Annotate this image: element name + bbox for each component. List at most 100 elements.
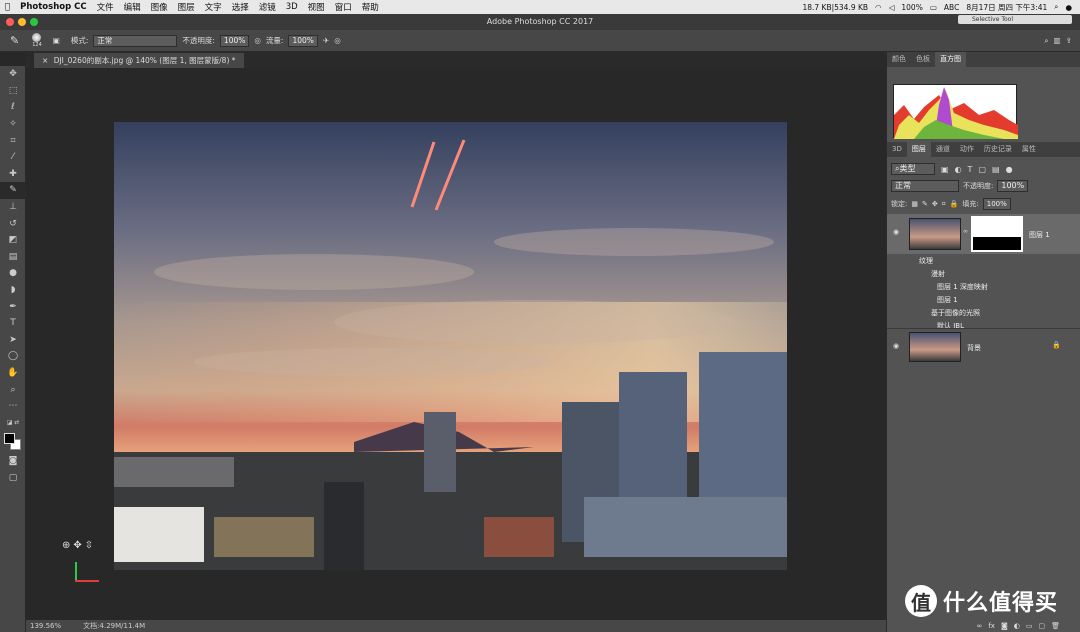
effect-row[interactable]: 图层 1 深度映射 xyxy=(887,280,1080,293)
menu-view[interactable]: 视图 xyxy=(303,1,330,13)
filter-adjust-icon[interactable]: ◐ xyxy=(955,165,962,174)
default-colors-icon[interactable]: ◪ ⇄ xyxy=(0,414,26,431)
tab-histogram[interactable]: 直方图 xyxy=(935,52,966,67)
visibility-eye-icon[interactable]: ◉ xyxy=(893,342,899,350)
pen-tool-icon[interactable]: ✒ xyxy=(0,298,26,315)
axis-widget[interactable] xyxy=(75,558,103,582)
marquee-tool-icon[interactable]: ⬚ xyxy=(0,83,26,100)
flow-field[interactable]: 100% xyxy=(288,34,318,47)
share-icon[interactable]: ⇪ xyxy=(1066,36,1072,45)
filter-type-icon[interactable]: T xyxy=(968,165,973,174)
opacity-field[interactable]: 100% xyxy=(219,34,250,47)
zoom-level[interactable]: 139.56% xyxy=(30,620,61,632)
more-tools-icon[interactable]: ⋯ xyxy=(0,398,26,415)
battery-icon[interactable]: ▭ xyxy=(930,3,937,12)
filter-smart-icon[interactable]: ▤ xyxy=(992,165,1000,174)
blur-tool-icon[interactable]: ● xyxy=(0,265,26,282)
tab-swatches[interactable]: 色板 xyxy=(911,52,935,67)
clock[interactable]: 8月17日 周四 下午3:41 xyxy=(966,2,1047,13)
crop-tool-icon[interactable]: ⌗ xyxy=(0,132,26,149)
shape-tool-icon[interactable]: ◯ xyxy=(0,348,26,365)
orbit-icon[interactable]: ⊕ xyxy=(62,540,70,551)
menu-window[interactable]: 窗口 xyxy=(330,1,357,13)
add-mask-icon[interactable]: ◙ xyxy=(1001,622,1008,630)
wifi-icon[interactable]: ◠ xyxy=(875,3,882,12)
effect-row[interactable]: 漫射 xyxy=(887,267,1080,280)
menu-layer[interactable]: 图层 xyxy=(173,1,200,13)
menu-help[interactable]: 帮助 xyxy=(357,1,384,13)
tab-color[interactable]: 颜色 xyxy=(887,52,911,67)
tab-actions[interactable]: 动作 xyxy=(955,142,979,157)
brush-tool-icon[interactable]: ✎ xyxy=(10,34,19,47)
zoom-window-icon[interactable] xyxy=(30,18,38,26)
effect-row[interactable]: 图层 1 xyxy=(887,293,1080,306)
fill-field[interactable]: 100% xyxy=(982,198,1011,210)
brush-settings-icon[interactable]: ▣ xyxy=(53,36,60,45)
selective-tool-popup[interactable]: Selective Tool xyxy=(958,15,1072,24)
tab-layers[interactable]: 图层 xyxy=(906,142,931,157)
lasso-tool-icon[interactable]: ℓ xyxy=(0,99,26,116)
link-layers-icon[interactable]: ∞ xyxy=(977,622,983,630)
pressure-size-icon[interactable]: ◎ xyxy=(334,36,341,45)
document-image[interactable] xyxy=(114,122,787,570)
pressure-opacity-icon[interactable]: ◎ xyxy=(254,36,261,45)
foreground-color-swatch[interactable] xyxy=(4,433,15,445)
gradient-tool-icon[interactable]: ▤ xyxy=(0,249,26,266)
input-method[interactable]: ABC xyxy=(944,3,959,12)
layer1-name[interactable]: 图层 1 xyxy=(1029,230,1050,240)
history-brush-tool-icon[interactable]: ↺ xyxy=(0,215,26,232)
dolly-icon[interactable]: ⇳ xyxy=(85,540,93,551)
fx-icon[interactable]: fx xyxy=(988,622,995,630)
search-panel-icon[interactable]: ⌕ xyxy=(1044,36,1048,46)
blend-mode-select[interactable]: 正常 xyxy=(891,180,959,192)
adjustment-layer-icon[interactable]: ◐ xyxy=(1014,622,1020,630)
volume-icon[interactable]: ◁ xyxy=(889,3,895,12)
lock-artboard-icon[interactable]: ⌗ xyxy=(942,200,946,209)
menu-3d[interactable]: 3D xyxy=(281,2,303,12)
eraser-tool-icon[interactable]: ◩ xyxy=(0,232,26,249)
search-icon[interactable]: ⌕ xyxy=(1054,2,1058,12)
lock-transparency-icon[interactable]: ▦ xyxy=(911,200,918,208)
lock-position-icon[interactable]: ✥ xyxy=(932,200,938,208)
clone-stamp-tool-icon[interactable]: ⊥ xyxy=(0,199,26,216)
menu-type[interactable]: 文字 xyxy=(200,1,227,13)
dodge-tool-icon[interactable]: ◗ xyxy=(0,282,26,299)
layer1-mask-thumbnail[interactable] xyxy=(971,216,1023,252)
background-name[interactable]: 背景 xyxy=(967,343,981,353)
close-window-icon[interactable] xyxy=(6,18,14,26)
healing-brush-tool-icon[interactable]: ✚ xyxy=(0,166,26,183)
filter-pixel-icon[interactable]: ▣ xyxy=(941,165,949,174)
brush-preset-picker[interactable]: 124 xyxy=(32,33,42,48)
chain-link-icon[interactable]: ∞ xyxy=(963,228,968,235)
lock-all-icon[interactable]: 🔒 xyxy=(950,200,959,208)
document-size[interactable]: 文档:4.29M/11.4M xyxy=(83,620,145,632)
filter-toggle-icon[interactable]: ● xyxy=(1006,165,1013,174)
effect-row[interactable]: 基于图像的光照 xyxy=(887,306,1080,319)
workspace-icon[interactable]: ▥ xyxy=(1054,36,1061,45)
histogram-warning-icon[interactable]: ▲ xyxy=(1005,85,1011,94)
filter-type-select[interactable]: ⌕ 类型 xyxy=(891,163,935,175)
document-tab[interactable]: × DJI_0260的副本.jpg @ 140% (图层 1, 图层蒙版/8) … xyxy=(34,53,244,68)
minimize-window-icon[interactable] xyxy=(18,18,26,26)
menu-image[interactable]: 图像 xyxy=(146,1,173,13)
airbrush-icon[interactable]: ✈ xyxy=(323,36,329,45)
apple-icon[interactable]:  xyxy=(0,2,15,12)
mode-select[interactable]: 正常 xyxy=(93,34,178,47)
app-menu[interactable]: Photoshop CC xyxy=(15,2,92,12)
eyedropper-tool-icon[interactable]: ⁄ xyxy=(0,149,26,166)
layer-row-layer1[interactable]: ◉ ∞ 图层 1 xyxy=(887,214,1080,254)
layer-opacity-field[interactable]: 100% xyxy=(997,180,1029,192)
menu-file[interactable]: 文件 xyxy=(92,1,119,13)
tab-3d[interactable]: 3D xyxy=(887,142,907,157)
tab-properties[interactable]: 属性 xyxy=(1017,142,1041,157)
new-layer-icon[interactable]: ▢ xyxy=(1038,622,1045,630)
menu-filter[interactable]: 滤镜 xyxy=(254,1,281,13)
filter-shape-icon[interactable]: ▢ xyxy=(978,165,986,174)
visibility-eye-icon[interactable]: ◉ xyxy=(893,228,899,236)
delete-layer-icon[interactable]: 🗑 xyxy=(1051,622,1060,630)
brush-tool-icon[interactable]: ✎ xyxy=(0,182,26,199)
zoom-tool-icon[interactable]: ⌕ xyxy=(0,381,26,398)
type-tool-icon[interactable]: T xyxy=(0,315,26,332)
tab-history[interactable]: 历史记录 xyxy=(979,142,1017,157)
quick-mask-icon[interactable]: ◙ xyxy=(0,453,26,470)
